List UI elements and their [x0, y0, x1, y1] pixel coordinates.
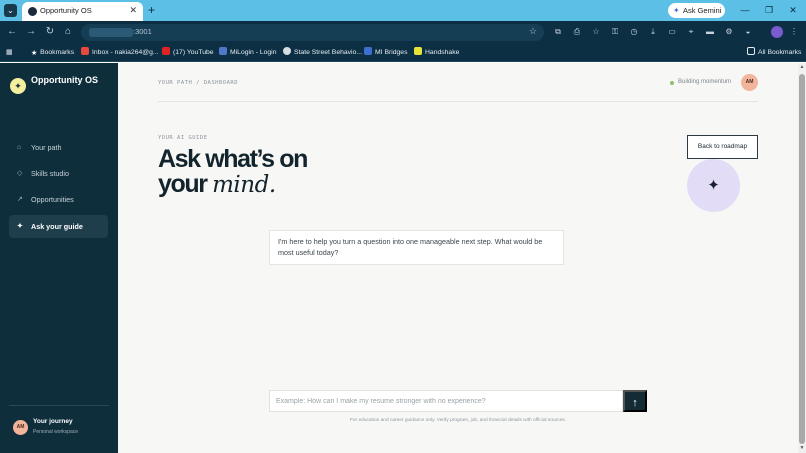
apps-grid-icon[interactable]: ▦ [6, 47, 12, 59]
print-icon[interactable]: ⎙ [571, 26, 583, 38]
header-avatar[interactable]: AM [741, 74, 758, 91]
browser-toolbar: ← → ↻ ⌂ :3001 ☆ ⧉ ⎙ ☆ ⚿ ◷ ⤓ ▭ ⌖ ▬ ⚙ ◒ ⋮ [0, 21, 806, 44]
tab-close-icon[interactable]: ✕ [129, 5, 137, 16]
bookmark-star-icon[interactable]: ☆ [529, 26, 537, 37]
globe-icon [283, 47, 291, 55]
translate-icon[interactable]: ⧉ [552, 26, 564, 38]
title-italic: mind. [212, 172, 276, 198]
main-content: YOUR PATH / DASHBOARD Building momentum … [118, 63, 798, 453]
logo-spark-icon: ✦ [10, 78, 26, 94]
download-icon[interactable]: ⤓ [647, 26, 659, 38]
folder-icon [747, 47, 755, 55]
close-window-button[interactable]: ✕ [782, 2, 804, 18]
ask-gemini-label: Ask Gemini [683, 6, 722, 15]
tab-title: Opportunity OS [40, 6, 92, 15]
tab-search-icon[interactable]: ⌄ [4, 4, 17, 17]
new-tab-button[interactable]: + [148, 3, 155, 17]
diamond-icon: ◇ [17, 170, 23, 177]
back-arrow-icon[interactable]: ← [5, 25, 19, 39]
page-scrollbar[interactable]: ▲ ▼ [798, 63, 806, 453]
handshake-icon [414, 47, 422, 55]
sidebar-item-label: Ask your guide [31, 222, 83, 231]
journey-title[interactable]: Your journey [33, 418, 73, 425]
history-icon[interactable]: ◷ [628, 26, 640, 38]
bookmarks-bar: ▦ ★ Bookmarks Inbox - nakia264@g... (17) … [0, 44, 806, 62]
home-icon: ⌂ [17, 144, 22, 151]
password-key-icon[interactable]: ⚿ [609, 26, 621, 38]
reading-mode-icon[interactable]: ▭ [666, 26, 678, 38]
favorites-icon[interactable]: ☆ [590, 26, 602, 38]
browser-tab-bar: ⌄ Opportunity OS ✕ + ✦ Ask Gemini — ❐ ✕ [0, 0, 806, 21]
address-bar[interactable]: :3001 ☆ [81, 24, 544, 41]
app-sidebar: ✦ Opportunity OS ⌂ Your path ◇ Skills st… [0, 63, 118, 453]
status-dot-icon [670, 81, 674, 85]
mi-bridges-icon [364, 47, 372, 55]
all-bookmarks-folder[interactable]: All Bookmarks [747, 47, 801, 59]
scroll-down-arrow-icon[interactable]: ▼ [798, 445, 806, 451]
url-host-redacted [89, 28, 133, 37]
youtube-icon [162, 47, 170, 55]
bookmark-item[interactable]: (17) YouTube [162, 47, 214, 59]
url-text: :3001 [133, 27, 152, 36]
section-eyebrow: YOUR AI GUIDE [158, 135, 208, 141]
sidebar-item-skills-studio[interactable]: ◇ Skills studio [9, 162, 108, 185]
favicon-icon [28, 7, 37, 16]
page-icon [219, 47, 227, 55]
forward-arrow-icon[interactable]: → [24, 25, 38, 39]
bookmark-item[interactable]: Inbox - nakia264@g... [81, 47, 159, 59]
header-divider [158, 101, 758, 102]
bookmark-item[interactable]: MiLogin - Login [219, 47, 276, 59]
location-icon[interactable]: ⌖ [685, 26, 697, 38]
gemini-spark-icon: ✦ [673, 6, 680, 15]
gmail-icon [81, 47, 89, 55]
bookmark-item[interactable]: ★ Bookmarks [31, 47, 74, 59]
minimize-button[interactable]: — [734, 2, 756, 18]
guide-spark-icon: ✦ [687, 159, 740, 212]
journey-subtitle: Personal workspace [33, 429, 79, 435]
card-icon[interactable]: ▬ [704, 26, 716, 38]
sidebar-item-opportunities[interactable]: ↗ Opportunities [9, 188, 108, 211]
sidebar-item-ask-your-guide[interactable]: ✦ Ask your guide [9, 215, 108, 238]
scroll-up-arrow-icon[interactable]: ▲ [798, 64, 806, 70]
extensions-icon[interactable]: ⚙ [723, 26, 735, 38]
incognito-icon[interactable]: ◒ [742, 26, 754, 38]
title-line-2: your [158, 170, 213, 198]
profile-avatar[interactable] [771, 26, 783, 38]
reload-icon[interactable]: ↻ [43, 25, 57, 39]
back-to-roadmap-button[interactable]: Back to roadmap [687, 135, 758, 159]
bookmark-item[interactable]: MI Bridges [364, 47, 407, 59]
sidebar-item-your-path[interactable]: ⌂ Your path [9, 136, 108, 159]
sidebar-item-label: Your path [31, 143, 62, 152]
sidebar-item-label: Skills studio [31, 169, 69, 178]
title-line-1: Ask what’s on [158, 145, 308, 173]
spark-icon: ✦ [17, 223, 23, 230]
menu-kebab-icon[interactable]: ⋮ [788, 26, 800, 38]
sidebar-divider [9, 405, 109, 406]
brand-name: Opportunity OS [31, 75, 98, 85]
send-button[interactable]: ↑ [623, 390, 647, 412]
status-label: Building momentum [678, 79, 732, 85]
breadcrumb: YOUR PATH / DASHBOARD [158, 80, 239, 86]
bookmark-item[interactable]: Handshake [414, 47, 459, 59]
sidebar-item-label: Opportunities [31, 195, 74, 204]
arrow-up-right-icon: ↗ [17, 196, 23, 203]
restore-button[interactable]: ❐ [758, 2, 780, 18]
assistant-message: I'm here to help you turn a question int… [269, 230, 564, 265]
disclaimer-text: For education and career guidance only. … [349, 418, 567, 423]
user-avatar[interactable]: AM [13, 420, 28, 435]
star-icon: ★ [31, 50, 38, 57]
page-title: Ask what’s on your mind. [158, 145, 308, 198]
home-icon[interactable]: ⌂ [61, 25, 75, 39]
browser-tab[interactable]: Opportunity OS ✕ [22, 2, 143, 21]
scroll-thumb[interactable] [799, 74, 805, 444]
bookmark-item[interactable]: State Street Behavio... [283, 47, 362, 59]
question-input[interactable] [270, 391, 622, 411]
question-composer [269, 390, 623, 412]
ask-gemini-button[interactable]: ✦ Ask Gemini [668, 3, 725, 18]
